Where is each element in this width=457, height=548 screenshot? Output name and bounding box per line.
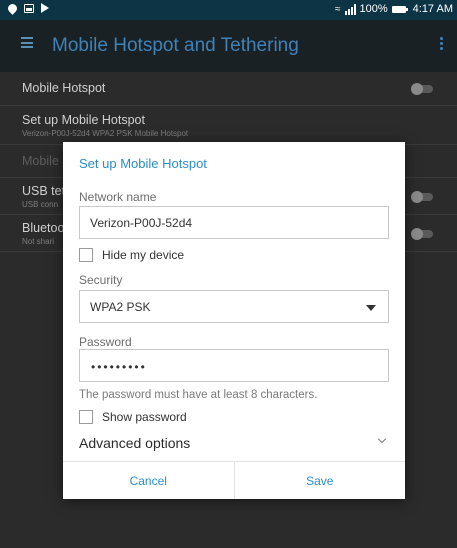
battery-icon (391, 5, 408, 13)
mobile-hotspot-toggle[interactable] (411, 83, 433, 95)
setup-hotspot-title: Set up Mobile Hotspot (22, 113, 145, 127)
show-password-row[interactable]: Show password (79, 410, 187, 424)
app-bar: Mobile Hotspot and Tethering (0, 20, 457, 72)
usb-tethering-subtitle: USB conn (22, 200, 59, 209)
network-name-value: Verizon-P00J-52d4 (90, 216, 193, 230)
security-label: Security (79, 273, 123, 287)
password-input[interactable]: ••••••••• (79, 349, 389, 382)
hide-device-row[interactable]: Hide my device (79, 248, 184, 262)
usb-tethering-title: USB tet (22, 184, 66, 198)
signal-icon (344, 3, 356, 15)
dialog-title: Set up Mobile Hotspot (79, 156, 207, 171)
network-name-input[interactable]: Verizon-P00J-52d4 (79, 206, 389, 239)
save-button[interactable]: Save (233, 462, 406, 499)
wifi-icon: ≈ (335, 3, 341, 15)
password-value: ••••••••• (91, 360, 147, 374)
chevron-down-icon[interactable] (377, 434, 387, 444)
network-name-label: Network name (79, 190, 157, 204)
image-icon (24, 3, 34, 13)
advanced-options-toggle[interactable]: Advanced options (79, 435, 190, 451)
usb-tethering-toggle[interactable] (411, 191, 433, 203)
more-options-icon[interactable] (440, 37, 443, 50)
bluetooth-tethering-subtitle: Not shari (22, 237, 55, 246)
show-password-label: Show password (102, 410, 187, 424)
play-icon (41, 3, 49, 13)
clock: 4:17 AM (412, 3, 453, 15)
bluetooth-tethering-title: Bluetoo (22, 221, 65, 235)
setup-hotspot-dialog: Set up Mobile Hotspot Network name Veriz… (63, 142, 405, 499)
hide-device-checkbox[interactable] (79, 248, 93, 262)
battery-percent: 100% (359, 3, 388, 15)
mobile-hotspot-title: Mobile Hotspot (22, 81, 106, 95)
menu-icon[interactable] (21, 37, 33, 48)
mobile-partial-title: Mobile (22, 154, 59, 168)
show-password-checkbox[interactable] (79, 410, 93, 424)
cancel-button[interactable]: Cancel (63, 462, 234, 499)
security-value: WPA2 PSK (90, 300, 151, 314)
status-bar: ≈ 100% 4:17 AM (0, 0, 457, 20)
mobile-hotspot-row[interactable]: Mobile Hotspot (0, 72, 457, 106)
location-icon (6, 2, 19, 15)
dialog-actions: Cancel Save (63, 461, 405, 499)
page-title: Mobile Hotspot and Tethering (52, 35, 299, 56)
password-label: Password (79, 335, 132, 349)
password-helper-text: The password must have at least 8 charac… (79, 389, 318, 401)
setup-hotspot-row[interactable]: Set up Mobile Hotspot Verizon-P00J-52d4 … (0, 106, 457, 145)
security-select[interactable]: WPA2 PSK (79, 290, 389, 323)
hide-device-label: Hide my device (102, 248, 185, 262)
dropdown-arrow-icon (366, 305, 376, 311)
setup-hotspot-subtitle: Verizon-P00J-52d4 WPA2 PSK Mobile Hotspo… (22, 129, 189, 138)
bluetooth-tethering-toggle[interactable] (411, 228, 433, 240)
